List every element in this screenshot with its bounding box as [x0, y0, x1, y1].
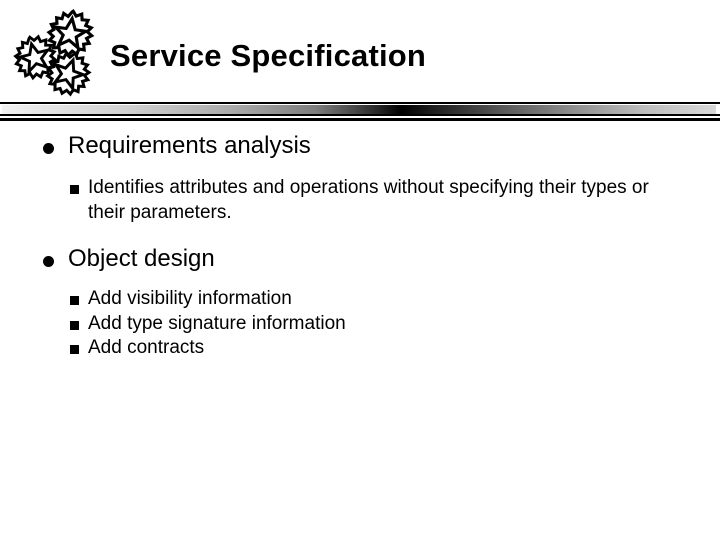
round-bullet-icon	[43, 143, 54, 154]
header-divider	[0, 102, 720, 122]
slide-header: Service Specification	[0, 0, 720, 100]
slide: Service Specification Requirements analy…	[0, 0, 720, 540]
divider-rule-middle	[0, 114, 720, 116]
divider-rule-top	[0, 102, 720, 104]
sub-bullet-item: Add type signature information	[0, 312, 720, 337]
sub-bullet-item: Add visibility information	[0, 287, 720, 312]
sub-bullet-list: Add visibility information Add type sign…	[0, 287, 720, 361]
divider-gradient-bar	[2, 105, 716, 114]
divider-rule-bottom	[0, 118, 720, 121]
gear-stars-logo-icon	[10, 6, 96, 98]
round-bullet-icon	[43, 256, 54, 267]
slide-body: Requirements analysis Identifies attribu…	[0, 130, 720, 361]
page-title: Service Specification	[110, 38, 427, 73]
sub-bullet-label: Add visibility information	[88, 288, 292, 309]
bullet-row: Object design	[0, 243, 720, 277]
sub-bullet-item: Identifies attributes and operations wit…	[0, 176, 720, 225]
sub-bullet-label: Add type signature information	[88, 312, 346, 334]
bullet-row: Requirements analysis	[0, 130, 720, 164]
bullet-item: Requirements analysis Identifies attribu…	[0, 130, 720, 225]
sub-bullet-item: Add contracts	[0, 336, 720, 361]
bullet-label: Object design	[68, 245, 215, 272]
sub-bullet-label: Add contracts	[88, 337, 205, 358]
bullet-label: Requirements analysis	[68, 132, 311, 159]
bullet-item: Object design Add visibility information…	[0, 243, 720, 361]
sub-bullet-list: Identifies attributes and operations wit…	[0, 176, 720, 225]
sub-bullet-label: Identifies attributes and operations wit…	[88, 177, 649, 223]
